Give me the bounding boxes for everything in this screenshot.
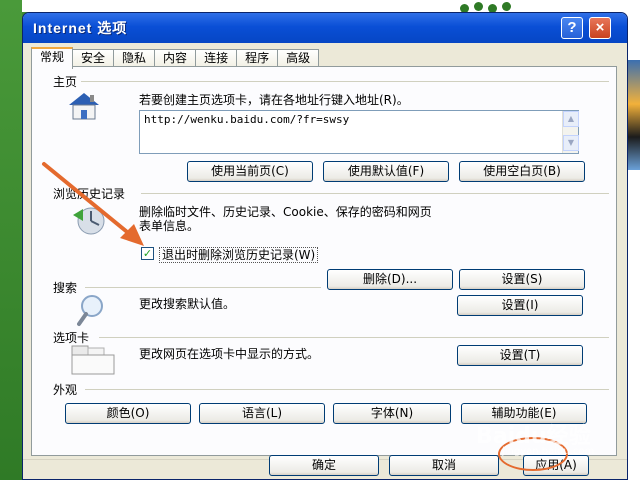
- colors-button[interactable]: 颜色(O): [65, 403, 191, 424]
- use-default-button[interactable]: 使用默认值(F): [323, 161, 449, 182]
- cancel-button[interactable]: 取消: [389, 455, 499, 476]
- delete-history-button[interactable]: 删除(D)...: [327, 269, 453, 290]
- tab-strip: 常规 安全 隐私 内容 连接 程序 高级: [31, 47, 320, 69]
- delete-on-exit-label[interactable]: 退出时删除浏览历史记录(W): [159, 247, 319, 263]
- history-description-line1: 删除临时文件、历史记录、Cookie、保存的密码和网页: [139, 205, 432, 219]
- watermark-url: jingyan.baidu.com: [502, 446, 595, 457]
- homepage-divider: [81, 81, 609, 82]
- homepage-url-field[interactable]: http://wenku.baidu.com/?fr=swsy ▲ ▼: [139, 110, 579, 154]
- search-description: 更改搜索默认值。: [139, 297, 236, 311]
- history-divider: [141, 193, 609, 194]
- search-divider: [85, 287, 321, 288]
- search-settings-button[interactable]: 设置(I): [457, 295, 583, 316]
- fonts-button[interactable]: 字体(N): [333, 403, 451, 424]
- appearance-group-title: 外观: [53, 383, 78, 397]
- background-top: [0, 0, 640, 12]
- help-button[interactable]: ?: [561, 17, 583, 39]
- homepage-group-title: 主页: [53, 75, 78, 89]
- magnifier-icon: [77, 295, 103, 326]
- scroll-up-icon[interactable]: ▲: [563, 111, 579, 127]
- house-icon: [69, 93, 99, 120]
- search-group-title: 搜索: [53, 281, 78, 295]
- annotation-arrow-icon: [42, 162, 144, 246]
- tab-general[interactable]: 常规: [31, 47, 74, 69]
- background-left: [0, 0, 22, 480]
- ok-button[interactable]: 确定: [269, 455, 379, 476]
- tabs-divider: [99, 337, 609, 338]
- homepage-url-text: http://wenku.baidu.com/?fr=swsy: [144, 113, 350, 126]
- url-scrollbar[interactable]: ▲ ▼: [562, 111, 579, 153]
- languages-button[interactable]: 语言(L): [199, 403, 325, 424]
- use-current-page-button[interactable]: 使用当前页(C): [187, 161, 313, 182]
- homepage-description: 若要创建主页选项卡，请在各地址行键入地址(R)。: [139, 93, 409, 107]
- tabs-icon: [71, 345, 115, 375]
- title-bar[interactable]: Internet 选项: [23, 13, 627, 43]
- close-button[interactable]: ×: [589, 17, 611, 39]
- window-title: Internet 选项: [33, 20, 128, 36]
- use-blank-button[interactable]: 使用空白页(B): [459, 161, 585, 182]
- tabs-settings-button[interactable]: 设置(T): [457, 345, 583, 366]
- tabs-group-title: 选项卡: [53, 331, 90, 345]
- appearance-divider: [85, 389, 609, 390]
- history-settings-button[interactable]: 设置(S): [459, 269, 585, 290]
- scroll-down-icon[interactable]: ▼: [563, 135, 579, 151]
- tabs-description: 更改网页在选项卡中显示的方式。: [139, 347, 320, 361]
